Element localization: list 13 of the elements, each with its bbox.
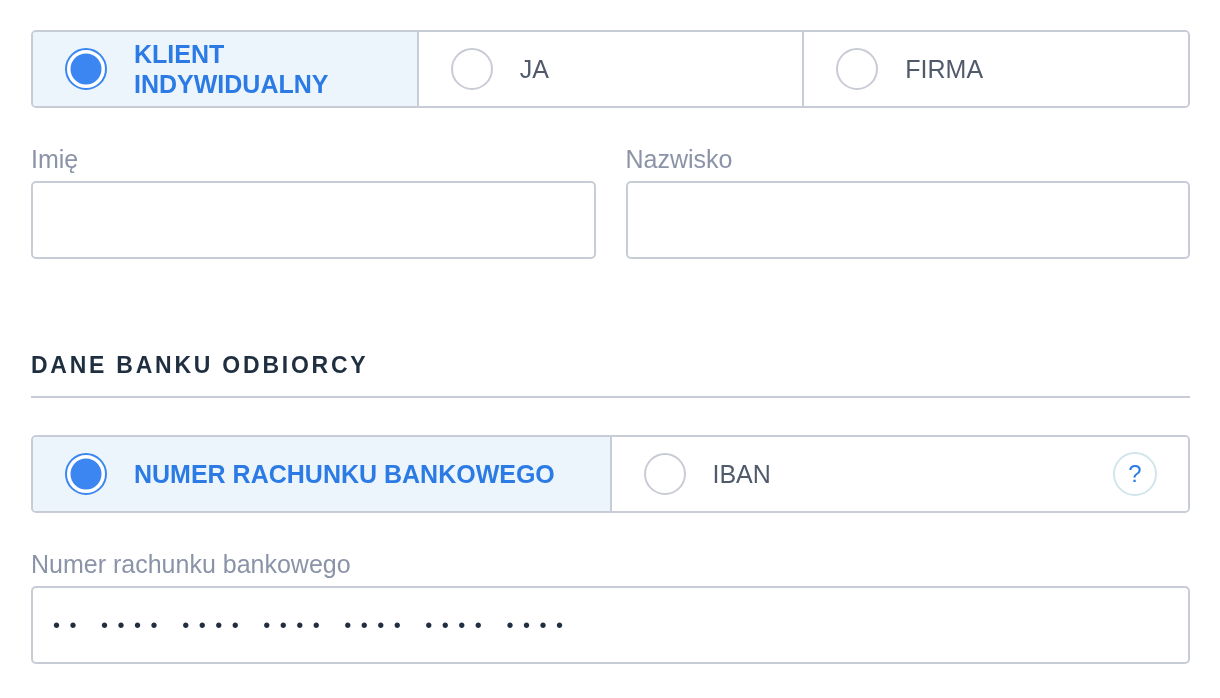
radio-icon [450,48,493,90]
help-button[interactable]: ? [1113,452,1157,496]
account-number-field[interactable]: •• •••• •••• •••• •••• •••• •••• [31,586,1190,664]
section-heading: DANE BANKU ODBIORCY [31,351,369,379]
radio-icon [65,48,107,90]
radio-icon [643,453,686,495]
radio-icon [836,48,879,90]
radio-icon [65,453,107,495]
field-label: Imię [31,144,79,174]
input-field[interactable] [31,181,596,259]
field-label: Numer rachunku bankowego [31,549,351,579]
field-label: Nazwisko [625,144,733,174]
input-field[interactable] [625,181,1190,259]
